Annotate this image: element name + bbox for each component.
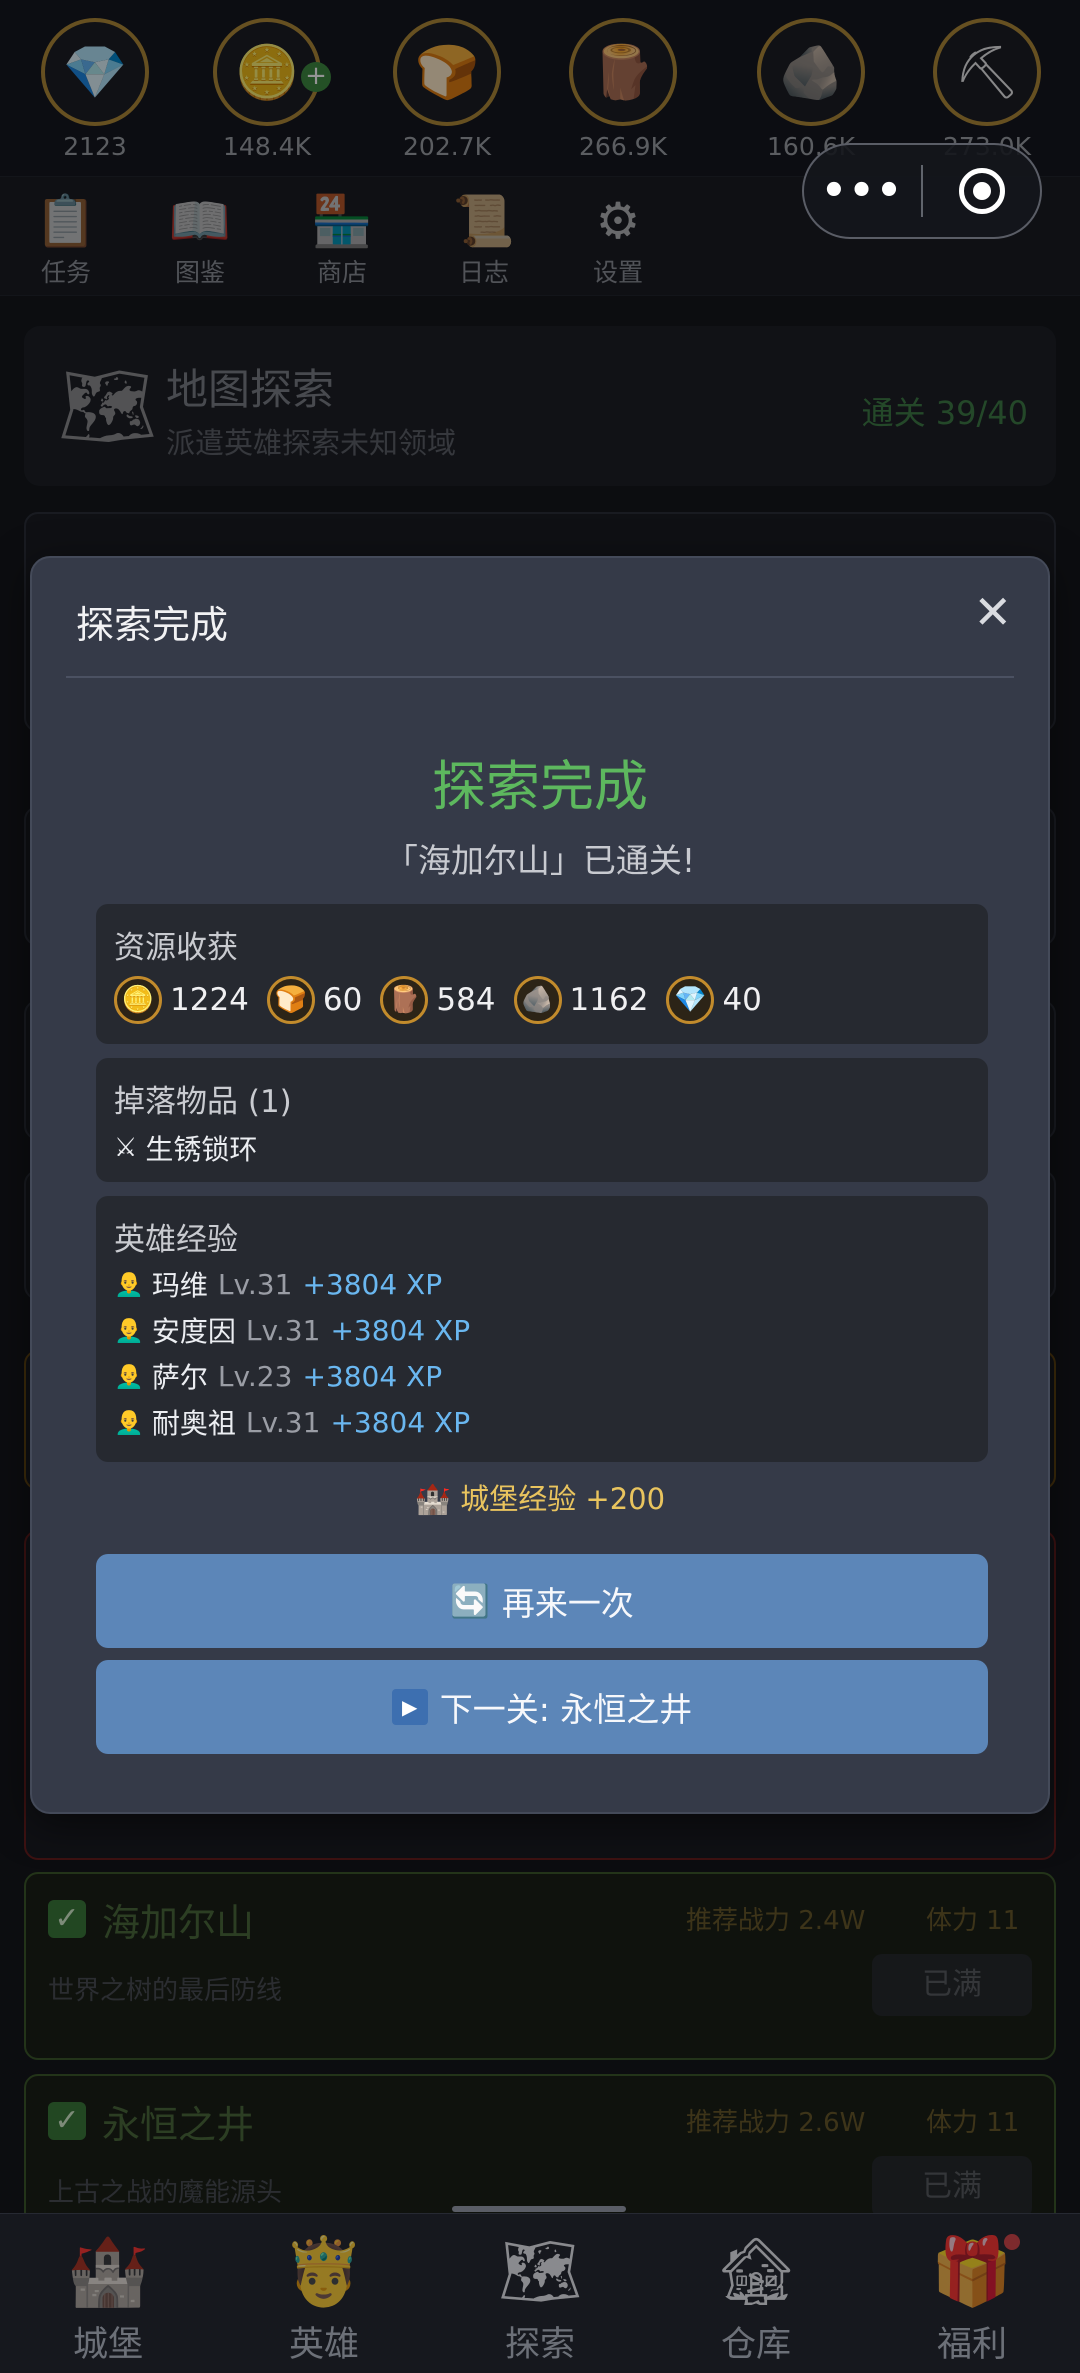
- play-icon: ▶: [391, 1689, 428, 1725]
- hero-level: Lv.31: [217, 1267, 293, 1301]
- gem-icon: 💎: [666, 976, 715, 1024]
- nav-label: 城堡: [72, 2325, 143, 2365]
- retry-label: 再来一次: [501, 1584, 634, 1623]
- notification-dot: [1004, 2234, 1020, 2250]
- nav-label: 探索: [504, 2325, 575, 2365]
- hero-xp-row: 👨‍🦲 萨尔 Lv.23 +3804 XP: [114, 1356, 442, 1396]
- next-level-button[interactable]: ▶ 下一关: 永恒之井: [96, 1660, 988, 1754]
- explore-icon: 🗺: [498, 2233, 582, 2310]
- reward-value: 1162: [569, 982, 649, 1018]
- divider: [66, 676, 1014, 678]
- wood-icon: 🪵: [380, 976, 429, 1024]
- nav-hero[interactable]: 🤴 英雄: [254, 2232, 394, 2367]
- section-title: 英雄经验: [114, 1222, 238, 1258]
- drop-item[interactable]: ⚔ 生锈锁环: [114, 1128, 257, 1168]
- ore-icon: 🪨: [513, 976, 562, 1024]
- crossed-swords-icon: ⚔: [114, 1133, 138, 1163]
- hero-xp-gain: +3804 XP: [302, 1267, 443, 1301]
- castle-icon: 🏰: [414, 1482, 451, 1516]
- resource-rewards-section: 资源收获 🪙 1224 🍞 60 🪵 584 🪨 1162 💎 40: [96, 904, 988, 1044]
- hero-name: 萨尔: [151, 1361, 208, 1394]
- bread-icon: 🍞: [266, 976, 315, 1024]
- section-title: 资源收获: [114, 930, 238, 966]
- hero-xp-row: 👨‍🦲 玛维 Lv.31 +3804 XP: [114, 1264, 442, 1304]
- castle-icon: 🏰: [66, 2233, 150, 2310]
- hero-xp-gain: +3804 XP: [302, 1359, 443, 1393]
- close-icon[interactable]: ✕: [973, 586, 1012, 638]
- hero-avatar-icon: 👨‍🦲: [114, 1408, 144, 1436]
- hero-xp-row: 👨‍🦲 耐奥祖 Lv.31 +3804 XP: [114, 1402, 470, 1442]
- section-title: 掉落物品 (1): [114, 1084, 292, 1120]
- nav-explore[interactable]: 🗺 探索: [470, 2232, 610, 2367]
- reward-value: 60: [322, 982, 363, 1018]
- reward-bread: 🍞 60: [266, 976, 363, 1024]
- hero-xp-row: 👨‍🦲 安度因 Lv.31 +3804 XP: [114, 1310, 470, 1350]
- miniprogram-capsule: •••: [802, 143, 1042, 239]
- bottom-nav: 🏰 城堡 🤴 英雄 🗺 探索 🏚 仓库 🎁 福利: [0, 2206, 1080, 2373]
- nav-welfare[interactable]: 🎁 福利: [902, 2232, 1042, 2367]
- hero-avatar-icon: 👨‍🦲: [114, 1362, 144, 1390]
- reward-value: 584: [436, 982, 496, 1018]
- reward-gold: 🪙 1224: [114, 976, 249, 1024]
- result-headline: 探索完成: [432, 755, 648, 818]
- active-tab-indicator: [452, 2206, 626, 2212]
- result-subline: 「海加尔山」已通关!: [384, 841, 696, 880]
- castle-xp-reward: 🏰 城堡经验 +200: [32, 1476, 1048, 1518]
- hero-xp-gain: +3804 XP: [330, 1313, 471, 1347]
- reward-wood: 🪵 584: [380, 976, 496, 1024]
- next-level-label: 下一关: 永恒之井: [439, 1690, 693, 1729]
- nav-warehouse[interactable]: 🏚 仓库: [686, 2232, 826, 2367]
- hero-avatar-icon: 👨‍🦲: [114, 1270, 144, 1298]
- hero-xp-gain: +3804 XP: [330, 1405, 471, 1439]
- exploration-complete-dialog: 探索完成 ✕ 探索完成 「海加尔山」已通关! 资源收获 🪙 1224 🍞 60 …: [30, 556, 1050, 1814]
- reward-value: 1224: [170, 982, 249, 1018]
- hero-level: Lv.31: [245, 1405, 321, 1439]
- reward-ore: 🪨 1162: [513, 976, 649, 1024]
- more-menu-button[interactable]: •••: [804, 168, 921, 214]
- retry-button[interactable]: 🔄 再来一次: [96, 1554, 988, 1648]
- hero-level: Lv.23: [217, 1359, 293, 1393]
- nav-castle[interactable]: 🏰 城堡: [38, 2232, 178, 2367]
- target-icon: [958, 168, 1005, 214]
- castle-xp-text: 城堡经验 +200: [460, 1482, 666, 1516]
- nav-label: 福利: [936, 2325, 1007, 2365]
- reward-gem: 💎 40: [666, 976, 762, 1024]
- reward-value: 40: [722, 982, 762, 1018]
- nav-label: 仓库: [720, 2325, 791, 2365]
- drop-item-name: 生锈锁环: [145, 1133, 258, 1166]
- item-drops-section: 掉落物品 (1) ⚔ 生锈锁环: [96, 1058, 988, 1182]
- reward-list: 🪙 1224 🍞 60 🪵 584 🪨 1162 💎 40: [114, 976, 780, 1024]
- hero-avatar-icon: 👨‍🦲: [114, 1316, 144, 1344]
- hero-name: 玛维: [151, 1269, 208, 1302]
- hero-xp-section: 英雄经验 👨‍🦲 玛维 Lv.31 +3804 XP 👨‍🦲 安度因 Lv.31…: [96, 1196, 988, 1462]
- hero-name: 耐奥祖: [151, 1407, 236, 1440]
- welfare-icon: 🎁: [902, 2232, 1042, 2312]
- hero-name: 安度因: [151, 1315, 236, 1348]
- warehouse-icon: 🏚: [714, 2233, 798, 2310]
- gold-coins-icon: 🪙: [114, 976, 162, 1024]
- dialog-title: 探索完成: [76, 603, 229, 647]
- refresh-icon: 🔄: [450, 1582, 490, 1620]
- nav-label: 英雄: [288, 2325, 359, 2365]
- close-miniprogram-button[interactable]: [923, 168, 1040, 214]
- hero-level: Lv.31: [245, 1313, 321, 1347]
- hero-icon: 🤴: [282, 2233, 366, 2310]
